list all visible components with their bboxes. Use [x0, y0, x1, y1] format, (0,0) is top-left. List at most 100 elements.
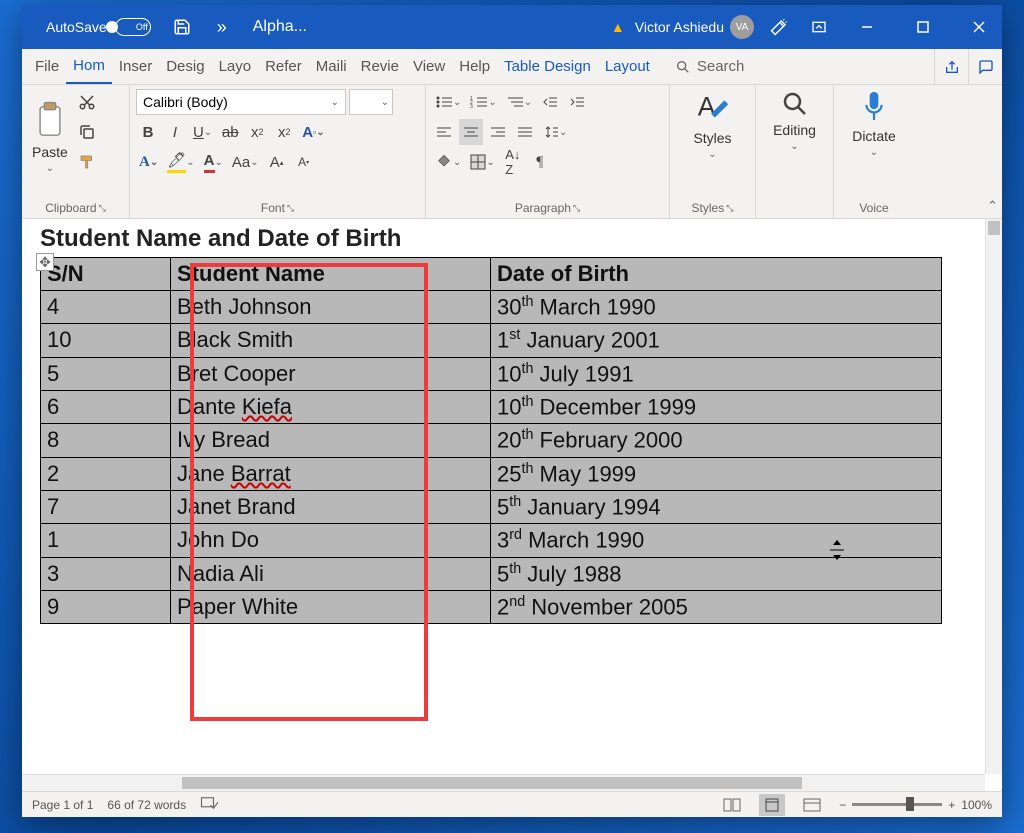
justify-button[interactable] — [513, 119, 537, 145]
table-header[interactable]: Student Name — [171, 258, 491, 291]
vertical-scrollbar[interactable] — [985, 219, 1002, 774]
tab-table-design[interactable]: Table Design — [497, 49, 598, 84]
shading-button[interactable]: ⌄ — [432, 149, 464, 175]
zoom-level[interactable]: 100% — [961, 798, 992, 812]
cell-dob[interactable]: 20th February 2000 — [491, 424, 942, 457]
save-icon[interactable] — [167, 12, 197, 42]
cell-sn[interactable]: 5 — [41, 357, 171, 390]
spellcheck-icon[interactable] — [200, 796, 218, 813]
decrease-indent-button[interactable] — [538, 89, 562, 115]
table-row[interactable]: 3Nadia Ali5th July 1988 — [41, 557, 942, 590]
styles-button[interactable]: A Styles ⌄ — [676, 89, 749, 160]
shrink-font-button[interactable]: A▾ — [292, 149, 316, 175]
search-box[interactable]: Search — [675, 58, 745, 75]
read-mode-button[interactable] — [719, 794, 745, 816]
tab-help[interactable]: Help — [452, 49, 497, 84]
cell-sn[interactable]: 3 — [41, 557, 171, 590]
document-area[interactable]: Student Name and Date of Birth ✥ S/NStud… — [22, 219, 1002, 791]
line-spacing-button[interactable]: ⌄ — [540, 119, 570, 145]
cell-dob[interactable]: 5th July 1988 — [491, 557, 942, 590]
font-size-combo[interactable]: ⌄ — [349, 89, 393, 115]
cell-name[interactable]: Paper White — [171, 590, 491, 623]
cell-sn[interactable]: 2 — [41, 457, 171, 490]
cell-dob[interactable]: 10th December 1999 — [491, 390, 942, 423]
font-color-button[interactable]: A⌄ — [201, 149, 226, 175]
dialog-launcher-icon[interactable]: ⤡ — [99, 203, 106, 214]
scrollbar-thumb[interactable] — [988, 221, 1000, 235]
zoom-out-button[interactable]: − — [839, 798, 846, 812]
grow-font-button[interactable]: A▴ — [265, 149, 289, 175]
table-header[interactable]: S/N — [41, 258, 171, 291]
print-layout-button[interactable] — [759, 794, 785, 816]
zoom-in-button[interactable]: + — [948, 798, 955, 812]
bullets-button[interactable]: ⌄ — [432, 89, 464, 115]
cell-sn[interactable]: 10 — [41, 324, 171, 357]
subscript-button[interactable]: x2 — [245, 119, 269, 145]
table-row[interactable]: 5Bret Cooper10th July 1991 — [41, 357, 942, 390]
close-button[interactable] — [956, 5, 1002, 49]
tab-design[interactable]: Desig — [159, 49, 211, 84]
ribbon-display-icon[interactable] — [804, 12, 834, 42]
borders-button[interactable]: ⌄ — [467, 149, 497, 175]
tab-layout[interactable]: Layo — [212, 49, 259, 84]
page-indicator[interactable]: Page 1 of 1 — [32, 798, 93, 812]
share-button[interactable] — [934, 49, 968, 85]
align-right-button[interactable] — [486, 119, 510, 145]
cell-name[interactable]: Jane Barrat — [171, 457, 491, 490]
cell-name[interactable]: Janet Brand — [171, 490, 491, 523]
cell-sn[interactable]: 1 — [41, 524, 171, 557]
web-layout-button[interactable] — [799, 794, 825, 816]
cell-dob[interactable]: 3rd March 1990 — [491, 524, 942, 557]
cell-sn[interactable]: 4 — [41, 291, 171, 324]
cell-dob[interactable]: 10th July 1991 — [491, 357, 942, 390]
cell-name[interactable]: Dante Kiefa — [171, 390, 491, 423]
horizontal-scrollbar[interactable] — [22, 774, 985, 791]
table-row[interactable]: 10Black Smith1st January 2001 — [41, 324, 942, 357]
increase-indent-button[interactable] — [565, 89, 589, 115]
table-header[interactable]: Date of Birth — [491, 258, 942, 291]
autosave-toggle[interactable]: AutoSave Off — [40, 16, 157, 38]
comments-button[interactable] — [968, 49, 1002, 85]
highlight-button[interactable]: 🖊⌄ — [164, 149, 197, 175]
student-table[interactable]: S/NStudent NameDate of Birth 4Beth Johns… — [40, 257, 942, 624]
align-center-button[interactable] — [459, 119, 483, 145]
table-row[interactable]: 8Ivy Bread20th February 2000 — [41, 424, 942, 457]
more-commands-icon[interactable]: » — [207, 12, 237, 42]
align-left-button[interactable] — [432, 119, 456, 145]
cell-name[interactable]: Nadia Ali — [171, 557, 491, 590]
cut-button[interactable] — [75, 89, 99, 115]
underline-button[interactable]: U ⌄ — [190, 119, 215, 145]
dialog-launcher-icon[interactable]: ⤡ — [287, 203, 294, 214]
table-row[interactable]: 9Paper White2nd November 2005 — [41, 590, 942, 623]
show-marks-button[interactable]: ¶ — [528, 149, 552, 175]
cell-sn[interactable]: 7 — [41, 490, 171, 523]
cell-name[interactable]: Black Smith — [171, 324, 491, 357]
minimize-button[interactable] — [844, 5, 890, 49]
user-account[interactable]: Victor Ashiedu VA — [635, 15, 754, 39]
cell-sn[interactable]: 8 — [41, 424, 171, 457]
tab-home[interactable]: Hom — [66, 49, 112, 84]
copy-button[interactable] — [75, 119, 99, 145]
table-row[interactable]: 7Janet Brand5th January 1994 — [41, 490, 942, 523]
paste-button[interactable]: Paste ⌄ — [28, 89, 72, 185]
tab-layout[interactable]: Layout — [598, 49, 657, 84]
cell-sn[interactable]: 6 — [41, 390, 171, 423]
zoom-slider[interactable] — [852, 803, 942, 806]
cell-name[interactable]: John Do — [171, 524, 491, 557]
font-name-combo[interactable]: Calibri (Body)⌄ — [136, 89, 346, 115]
cell-name[interactable]: Beth Johnson — [171, 291, 491, 324]
text-effects-button[interactable]: A▫⌄ — [299, 119, 327, 145]
table-move-handle[interactable]: ✥ — [36, 253, 54, 271]
tab-review[interactable]: Revie — [354, 49, 406, 84]
wand-icon[interactable] — [764, 12, 794, 42]
word-count[interactable]: 66 of 72 words — [107, 798, 186, 812]
numbering-button[interactable]: 123⌄ — [467, 89, 499, 115]
collapse-ribbon-button[interactable]: ⌃ — [987, 198, 998, 214]
table-row[interactable]: 2Jane Barrat25th May 1999 — [41, 457, 942, 490]
bold-button[interactable]: B — [136, 119, 160, 145]
multilevel-button[interactable]: ⌄ — [503, 89, 535, 115]
format-painter-button[interactable] — [75, 149, 99, 175]
dialog-launcher-icon[interactable]: ⤡ — [726, 203, 733, 214]
tab-file[interactable]: File — [28, 49, 66, 84]
editing-button[interactable]: Editing ⌄ — [762, 89, 827, 152]
